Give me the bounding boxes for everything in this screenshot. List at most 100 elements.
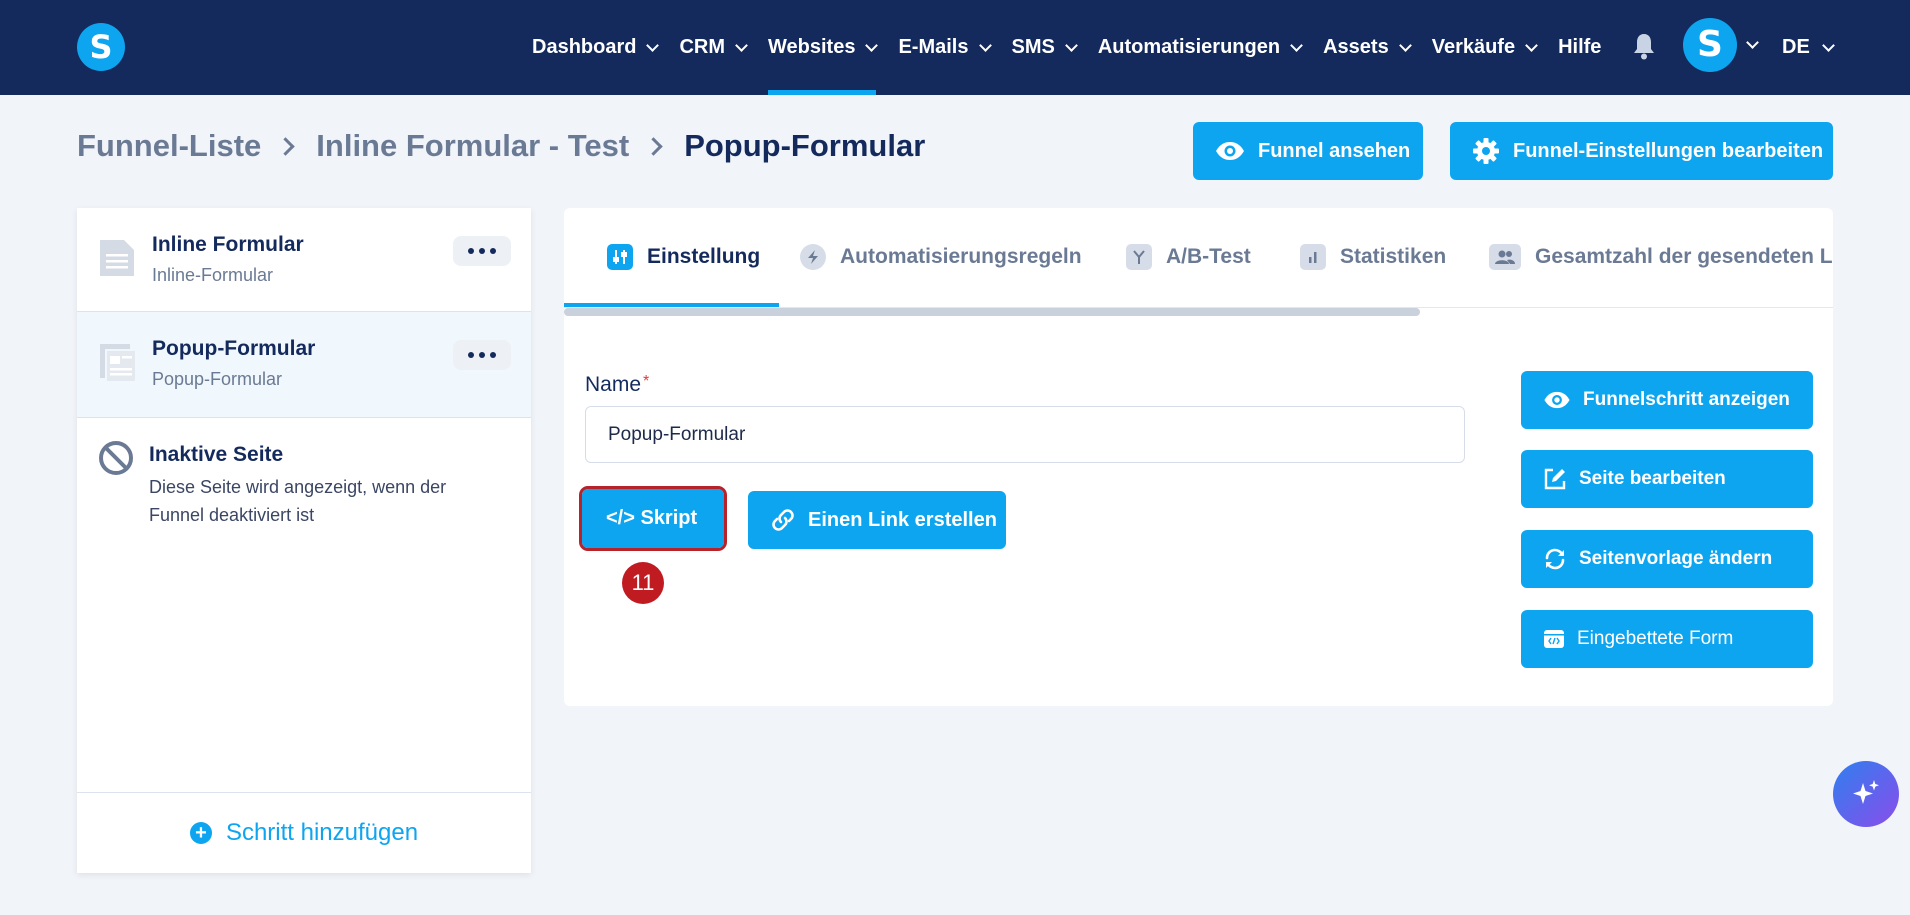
tab-label: Automatisierungsregeln: [840, 245, 1082, 268]
tab-settings[interactable]: Einstellung: [607, 244, 760, 270]
nav-item-crm[interactable]: CRM: [679, 0, 748, 95]
nav-item-sms[interactable]: SMS: [1011, 0, 1078, 95]
chevron-right-icon: [644, 136, 663, 156]
bar-chart-icon: [1300, 244, 1326, 270]
nav-item-label: Verkäufe: [1431, 36, 1516, 58]
inactive-page-description: Diese Seite wird angezeigt, wenn der Fun…: [149, 477, 447, 525]
step-title: Popup-Formular: [152, 337, 316, 360]
tab-scrollbar[interactable]: [564, 308, 1420, 316]
ai-assistant-button[interactable]: [1833, 761, 1899, 827]
chevron-down-icon: [1525, 38, 1538, 52]
edit-page-button[interactable]: Seite bearbeiten: [1521, 450, 1813, 508]
app-logo[interactable]: S: [77, 23, 125, 71]
plus-circle-icon: +: [189, 822, 212, 844]
sliders-icon: [607, 244, 633, 270]
chevron-down-icon: [1064, 38, 1078, 52]
nav-item-automations[interactable]: Automatisierungen: [1097, 0, 1303, 95]
change-template-button[interactable]: Seitenvorlage ändern: [1521, 530, 1813, 588]
funnel-step-item-selected[interactable]: Popup-Formular Popup-Formular: [77, 312, 531, 418]
chevron-right-icon: [276, 136, 295, 156]
tab-statistics[interactable]: Statistiken: [1300, 244, 1446, 270]
nav-item-websites[interactable]: Websites: [768, 0, 879, 95]
tab-label: Gesamtzahl der gesendeten L: [1535, 245, 1833, 268]
refresh-icon: [1545, 548, 1565, 570]
language-label: DE: [1782, 36, 1810, 58]
edit-funnel-settings-label: Funnel-Einstellungen bearbeiten: [1513, 139, 1824, 162]
breadcrumb-funnel-list[interactable]: Funnel-Liste: [77, 128, 261, 164]
user-avatar[interactable]: S: [1683, 18, 1737, 72]
edit-funnel-settings-button[interactable]: Funnel-Einstellungen bearbeiten: [1450, 122, 1833, 180]
tab-total-sent[interactable]: Gesamtzahl der gesendeten L: [1489, 244, 1833, 270]
script-button[interactable]: </> Skript: [579, 486, 727, 551]
chevron-down-icon: [1398, 38, 1412, 52]
language-selector[interactable]: DE: [1782, 0, 1835, 95]
tab-bar: Einstellung Automatisierungsregeln A/B-T…: [564, 208, 1833, 308]
ban-icon: [99, 441, 133, 475]
add-step-button[interactable]: + Schritt hinzufügen: [77, 792, 531, 873]
required-mark: *: [643, 373, 650, 390]
funnel-step-item[interactable]: Inline Formular Inline-Formular: [77, 208, 531, 312]
more-options-button[interactable]: [453, 340, 511, 370]
eye-icon: [1544, 391, 1570, 409]
script-label: </> Skript: [606, 507, 698, 529]
embedded-form-label: Eingebettete Form: [1577, 628, 1734, 649]
more-options-button[interactable]: [453, 236, 511, 266]
tab-label: A/B-Test: [1166, 245, 1251, 268]
chevron-down-icon: [978, 38, 992, 52]
edit-icon: [1544, 468, 1566, 490]
step-subtitle: Inline-Formular: [152, 265, 274, 285]
create-link-button[interactable]: Einen Link erstellen: [748, 491, 1006, 549]
nav-item-label: CRM: [679, 36, 726, 58]
nav-item-sales[interactable]: Verkäufe: [1431, 0, 1538, 95]
popup-document-icon: [100, 344, 137, 383]
inactive-page-item[interactable]: Inaktive Seite Diese Seite wird angezeig…: [77, 418, 531, 538]
users-icon: [1489, 244, 1521, 270]
embedded-form-button[interactable]: Eingebettete Form: [1521, 610, 1813, 668]
chevron-down-icon[interactable]: [1746, 36, 1759, 49]
inactive-page-title: Inaktive Seite: [149, 443, 284, 466]
nav-item-label: Assets: [1323, 36, 1389, 58]
split-icon: [1126, 244, 1152, 270]
bolt-icon: [800, 244, 826, 270]
nav-item-label: SMS: [1011, 36, 1055, 58]
name-input[interactable]: [585, 406, 1465, 463]
name-field-label: Name *: [585, 373, 650, 396]
show-funnel-step-label: Funnelschritt anzeigen: [1583, 389, 1790, 410]
add-step-label: Schritt hinzufügen: [225, 819, 419, 846]
tab-ab-test[interactable]: A/B-Test: [1126, 244, 1251, 270]
nav-item-label: Hilfe: [1558, 36, 1602, 58]
tab-label: Statistiken: [1340, 245, 1447, 268]
view-funnel-label: Funnel ansehen: [1258, 139, 1411, 162]
breadcrumb-funnel[interactable]: Inline Formular - Test: [316, 128, 629, 164]
gear-icon: [1473, 138, 1499, 164]
nav-item-label: E-Mails: [898, 36, 969, 58]
chevron-down-icon: [1290, 38, 1303, 52]
chevron-down-icon: [1821, 38, 1835, 52]
nav-menu: Dashboard CRM Websites E-Mails SMS Autom…: [532, 0, 1623, 95]
chevron-down-icon: [646, 38, 660, 52]
embed-code-icon: [1544, 630, 1564, 648]
step-subtitle: Popup-Formular: [152, 369, 283, 389]
edit-page-label: Seite bearbeiten: [1579, 468, 1726, 489]
eye-icon: [1216, 142, 1244, 160]
create-link-label: Einen Link erstellen: [808, 508, 997, 531]
nav-item-help[interactable]: Hilfe: [1558, 0, 1601, 95]
nav-item-emails[interactable]: E-Mails: [898, 0, 992, 95]
chevron-down-icon: [865, 38, 879, 52]
funnel-steps-sidebar: Inline Formular Inline-Formular Popup-Fo…: [77, 208, 531, 873]
nav-item-dashboard[interactable]: Dashboard: [532, 0, 660, 95]
tab-automation-rules[interactable]: Automatisierungsregeln: [800, 244, 1082, 270]
document-icon: [100, 240, 134, 276]
bell-icon[interactable]: [1632, 32, 1656, 60]
link-icon: [772, 509, 794, 531]
breadcrumb: Funnel-Liste Inline Formular - Test Popu…: [77, 128, 925, 164]
nav-item-label: Websites: [768, 36, 856, 58]
nav-item-assets[interactable]: Assets: [1323, 0, 1412, 95]
sparkle-icon: [1853, 780, 1879, 804]
show-funnel-step-button[interactable]: Funnelschritt anzeigen: [1521, 371, 1813, 429]
step-settings-panel: Einstellung Automatisierungsregeln A/B-T…: [564, 208, 1833, 706]
nav-item-label: Automatisierungen: [1097, 36, 1281, 58]
view-funnel-button[interactable]: Funnel ansehen: [1193, 122, 1423, 180]
chevron-down-icon: [735, 38, 748, 52]
top-navigation: S Dashboard CRM Websites E-Mails SMS Aut…: [0, 0, 1910, 95]
